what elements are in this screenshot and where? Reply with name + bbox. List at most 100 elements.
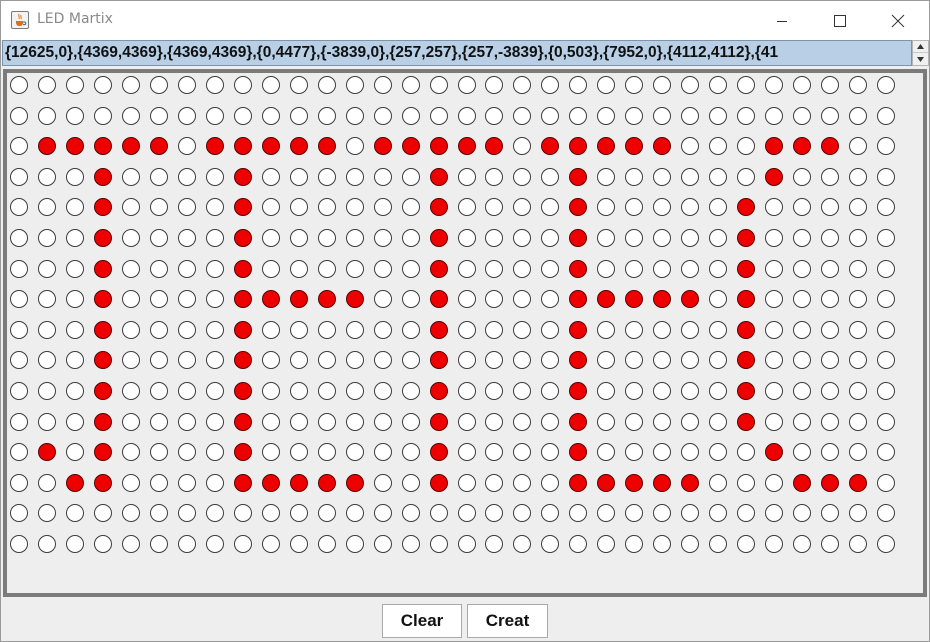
led-r15-c28[interactable] — [793, 535, 812, 553]
led-r15-c10[interactable] — [289, 535, 308, 553]
led-r8-c26[interactable] — [737, 320, 756, 339]
led-r13-c6[interactable] — [177, 473, 196, 492]
led-r11-c28[interactable] — [793, 412, 812, 431]
led-r12-c17[interactable] — [485, 443, 504, 462]
led-r4-c30[interactable] — [849, 198, 868, 217]
led-r1-c8[interactable] — [233, 106, 252, 125]
led-r5-c21[interactable] — [597, 229, 616, 247]
led-r10-c15[interactable] — [429, 382, 448, 400]
led-r2-c12[interactable] — [345, 137, 364, 156]
led-r12-c4[interactable] — [121, 443, 140, 462]
led-r0-c0[interactable] — [10, 76, 28, 94]
led-r9-c13[interactable] — [373, 351, 392, 370]
led-r15-c23[interactable] — [653, 535, 672, 553]
led-r4-c4[interactable] — [121, 198, 140, 217]
led-r6-c24[interactable] — [681, 259, 700, 278]
led-r15-c9[interactable] — [261, 535, 280, 553]
led-r4-c11[interactable] — [317, 198, 336, 217]
led-r4-c8[interactable] — [233, 198, 252, 217]
led-r6-c20[interactable] — [569, 259, 588, 278]
led-r0-c6[interactable] — [177, 76, 196, 94]
led-r6-c9[interactable] — [261, 259, 280, 278]
led-r12-c23[interactable] — [653, 443, 672, 462]
led-r4-c31[interactable] — [877, 198, 896, 217]
led-r3-c3[interactable] — [93, 167, 112, 186]
led-r5-c27[interactable] — [765, 229, 784, 247]
led-r8-c20[interactable] — [569, 320, 588, 339]
led-r4-c27[interactable] — [765, 198, 784, 217]
led-r10-c10[interactable] — [289, 382, 308, 400]
led-r4-c13[interactable] — [373, 198, 392, 217]
led-r10-c3[interactable] — [93, 382, 112, 400]
led-r12-c16[interactable] — [457, 443, 476, 462]
led-r4-c20[interactable] — [569, 198, 588, 217]
title-bar[interactable]: LED Martix — [1, 1, 929, 40]
led-r3-c28[interactable] — [793, 167, 812, 186]
led-r8-c21[interactable] — [597, 320, 616, 339]
led-r0-c21[interactable] — [597, 76, 616, 94]
led-r10-c28[interactable] — [793, 382, 812, 400]
led-r14-c12[interactable] — [345, 504, 364, 523]
led-r3-c27[interactable] — [765, 167, 784, 186]
led-r15-c22[interactable] — [625, 535, 644, 553]
led-r6-c21[interactable] — [597, 259, 616, 278]
led-r14-c0[interactable] — [10, 504, 28, 523]
led-r4-c14[interactable] — [401, 198, 420, 217]
led-r7-c10[interactable] — [289, 290, 308, 309]
led-r15-c20[interactable] — [569, 535, 588, 553]
led-r0-c20[interactable] — [569, 76, 588, 94]
led-r3-c11[interactable] — [317, 167, 336, 186]
led-r0-c26[interactable] — [737, 76, 756, 94]
led-r3-c5[interactable] — [149, 167, 168, 186]
led-r14-c31[interactable] — [877, 504, 896, 523]
led-r14-c24[interactable] — [681, 504, 700, 523]
led-r14-c13[interactable] — [373, 504, 392, 523]
led-r13-c2[interactable] — [65, 473, 84, 492]
led-r2-c4[interactable] — [121, 137, 140, 156]
led-r10-c2[interactable] — [65, 382, 84, 400]
led-r13-c9[interactable] — [261, 473, 280, 492]
led-r5-c26[interactable] — [737, 229, 756, 247]
create-button[interactable]: Creat — [467, 604, 548, 638]
led-r15-c18[interactable] — [513, 535, 532, 553]
led-r9-c22[interactable] — [625, 351, 644, 370]
led-r2-c30[interactable] — [849, 137, 868, 156]
led-r5-c23[interactable] — [653, 229, 672, 247]
led-r10-c11[interactable] — [317, 382, 336, 400]
led-r5-c22[interactable] — [625, 229, 644, 247]
led-r10-c6[interactable] — [177, 382, 196, 400]
led-r1-c20[interactable] — [569, 106, 588, 125]
led-r3-c15[interactable] — [429, 167, 448, 186]
led-r12-c24[interactable] — [681, 443, 700, 462]
led-r9-c8[interactable] — [233, 351, 252, 370]
led-r12-c28[interactable] — [793, 443, 812, 462]
led-r9-c15[interactable] — [429, 351, 448, 370]
led-r10-c30[interactable] — [849, 382, 868, 400]
led-r4-c6[interactable] — [177, 198, 196, 217]
led-r1-c5[interactable] — [149, 106, 168, 125]
led-r10-c1[interactable] — [37, 382, 56, 400]
led-r4-c5[interactable] — [149, 198, 168, 217]
led-r13-c27[interactable] — [765, 473, 784, 492]
led-r15-c16[interactable] — [457, 535, 476, 553]
led-r15-c7[interactable] — [205, 535, 224, 553]
led-r6-c13[interactable] — [373, 259, 392, 278]
led-r8-c13[interactable] — [373, 320, 392, 339]
led-r2-c15[interactable] — [429, 137, 448, 156]
led-r11-c12[interactable] — [345, 412, 364, 431]
led-r13-c25[interactable] — [709, 473, 728, 492]
led-r7-c27[interactable] — [765, 290, 784, 309]
led-r11-c13[interactable] — [373, 412, 392, 431]
led-r13-c29[interactable] — [821, 473, 840, 492]
led-r9-c6[interactable] — [177, 351, 196, 370]
led-r7-c26[interactable] — [737, 290, 756, 309]
led-r12-c7[interactable] — [205, 443, 224, 462]
led-r14-c5[interactable] — [149, 504, 168, 523]
led-r5-c12[interactable] — [345, 229, 364, 247]
led-r3-c0[interactable] — [10, 167, 28, 186]
led-r10-c31[interactable] — [877, 382, 896, 400]
led-r9-c3[interactable] — [93, 351, 112, 370]
led-r7-c8[interactable] — [233, 290, 252, 309]
led-r12-c5[interactable] — [149, 443, 168, 462]
led-r12-c6[interactable] — [177, 443, 196, 462]
